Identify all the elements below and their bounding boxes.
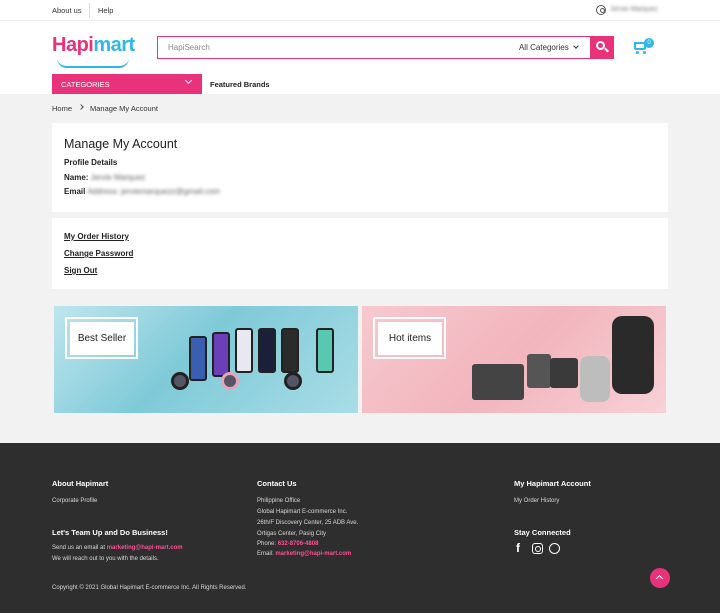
smartwatch-image xyxy=(284,372,302,390)
user-icon[interactable] xyxy=(596,5,606,15)
smartwatch-image xyxy=(171,372,189,390)
address-line-1: 26th/F Discovery Center, 25 ADB Ave. xyxy=(257,520,359,526)
about-us-link[interactable]: About us xyxy=(52,6,82,15)
chevron-down-icon xyxy=(573,43,579,49)
logo-text-hapi: Hapi xyxy=(52,34,94,56)
search-input[interactable]: HapiSearch xyxy=(168,43,210,52)
account-links-card: My Order History Change Password Sign Ou… xyxy=(52,218,668,289)
contact-us-heading: Contact Us xyxy=(257,479,297,488)
address-line-2: Ortigas Center, Pasig City xyxy=(257,531,327,537)
office-label: Philippine Office xyxy=(257,498,301,504)
name-value: Jervie Marquez xyxy=(90,173,146,182)
email-row: Email Address: jerviemarquezz@gmail.com xyxy=(64,187,220,196)
phone-row: Phone: 632-8706-4808 xyxy=(257,541,318,547)
send-email-text: Send us an email at marketing@hapi-mart.… xyxy=(52,545,183,551)
page-title: Manage My Account xyxy=(64,137,178,151)
hot-items-label: Hot items xyxy=(378,322,442,355)
email-link[interactable]: marketing@hapi-mart.com xyxy=(275,551,351,557)
chevron-right-icon xyxy=(78,104,84,110)
divider xyxy=(89,3,90,18)
name-label: Name: xyxy=(64,173,89,182)
featured-brands-link[interactable]: Featured Brands xyxy=(210,80,270,89)
email-row-footer: Email: marketing@hapi-mart.com xyxy=(257,551,351,557)
oven-image xyxy=(472,364,524,400)
categories-button[interactable]: CATEGORIES xyxy=(52,74,202,94)
hot-items-banner[interactable]: Hot items xyxy=(362,306,666,413)
corporate-profile-link[interactable]: Corporate Profile xyxy=(52,498,97,504)
category-select-label: All Categories xyxy=(518,43,569,52)
viber-icon[interactable] xyxy=(549,543,560,554)
logo-text-mart: mart xyxy=(93,34,135,56)
hapimart-logo[interactable]: Hapimart xyxy=(52,34,135,56)
sign-out-link[interactable]: Sign Out xyxy=(64,266,97,275)
breadcrumb-current: Manage My Account xyxy=(90,104,158,113)
best-seller-label: Best Seller xyxy=(70,322,134,355)
copyright-text: Copyright © 2021 Global Hapimart E-comme… xyxy=(52,585,247,591)
phone-image xyxy=(316,328,334,373)
change-password-link[interactable]: Change Password xyxy=(64,249,133,258)
my-account-heading: My Hapimart Account xyxy=(514,479,591,488)
help-link[interactable]: Help xyxy=(98,6,113,15)
name-row: Name: Jervie Marquez xyxy=(64,173,145,182)
email-label: Email xyxy=(64,187,86,196)
email-label-footer: Email: xyxy=(257,551,274,557)
smartwatch-image xyxy=(221,372,239,390)
air-fryer-image xyxy=(527,354,551,388)
user-name[interactable]: Jervie Marquez xyxy=(610,6,658,13)
cart-wheel xyxy=(636,51,639,54)
footer: About Hapimart Corporate Profile Let's T… xyxy=(0,443,720,613)
cart-count-badge: 0 xyxy=(644,38,654,48)
phone-image xyxy=(281,328,299,373)
account-card: Manage My Account Profile Details Name: J… xyxy=(52,123,668,212)
category-select[interactable]: All Categories xyxy=(518,43,579,52)
grill-image xyxy=(550,358,578,388)
breadcrumb-home[interactable]: Home xyxy=(52,104,72,113)
phone-label: Phone: xyxy=(257,541,277,547)
send-email-label: Send us an email at xyxy=(52,545,106,551)
logo-smile xyxy=(57,58,129,68)
cart-wheel xyxy=(643,51,646,54)
pressure-cooker-image xyxy=(612,316,654,394)
facebook-icon[interactable]: f xyxy=(516,542,527,554)
search-button[interactable] xyxy=(590,36,614,59)
search-icon-handle xyxy=(604,47,609,53)
best-seller-banner[interactable]: Best Seller xyxy=(54,306,358,413)
search-bar[interactable]: HapiSearch All Categories xyxy=(157,36,590,59)
instagram-icon[interactable] xyxy=(532,543,543,554)
reach-out-text: We will reach out to you with the detail… xyxy=(52,556,159,562)
marketing-email-link[interactable]: marketing@hapi-mart.com xyxy=(107,545,183,551)
top-bar: About us Help Jervie Marquez xyxy=(0,0,720,21)
phone-image xyxy=(189,336,207,381)
phone-image xyxy=(258,328,276,373)
order-history-link[interactable]: My Order History xyxy=(64,232,129,241)
about-hapimart-heading: About Hapimart xyxy=(52,479,109,488)
team-up-heading: Let's Team Up and Do Business! xyxy=(52,528,168,537)
phone-image xyxy=(212,332,230,377)
chevron-down-icon xyxy=(184,76,193,85)
email-value: Address: jerviemarquezz@gmail.com xyxy=(87,187,220,196)
categories-label: CATEGORIES xyxy=(61,80,110,89)
footer-order-history-link[interactable]: My Order History xyxy=(514,498,559,504)
header: Hapimart HapiSearch All Categories 0 CAT… xyxy=(0,21,720,94)
stay-connected-heading: Stay Connected xyxy=(514,528,571,537)
company-name: Global Hapimart E-commerce Inc. xyxy=(257,509,348,515)
profile-details-heading: Profile Details xyxy=(64,158,118,167)
phone-image xyxy=(235,328,253,373)
scroll-top-icon[interactable] xyxy=(650,568,670,588)
cooker-image xyxy=(580,356,610,402)
phone-link[interactable]: 632-8706-4808 xyxy=(278,541,319,547)
